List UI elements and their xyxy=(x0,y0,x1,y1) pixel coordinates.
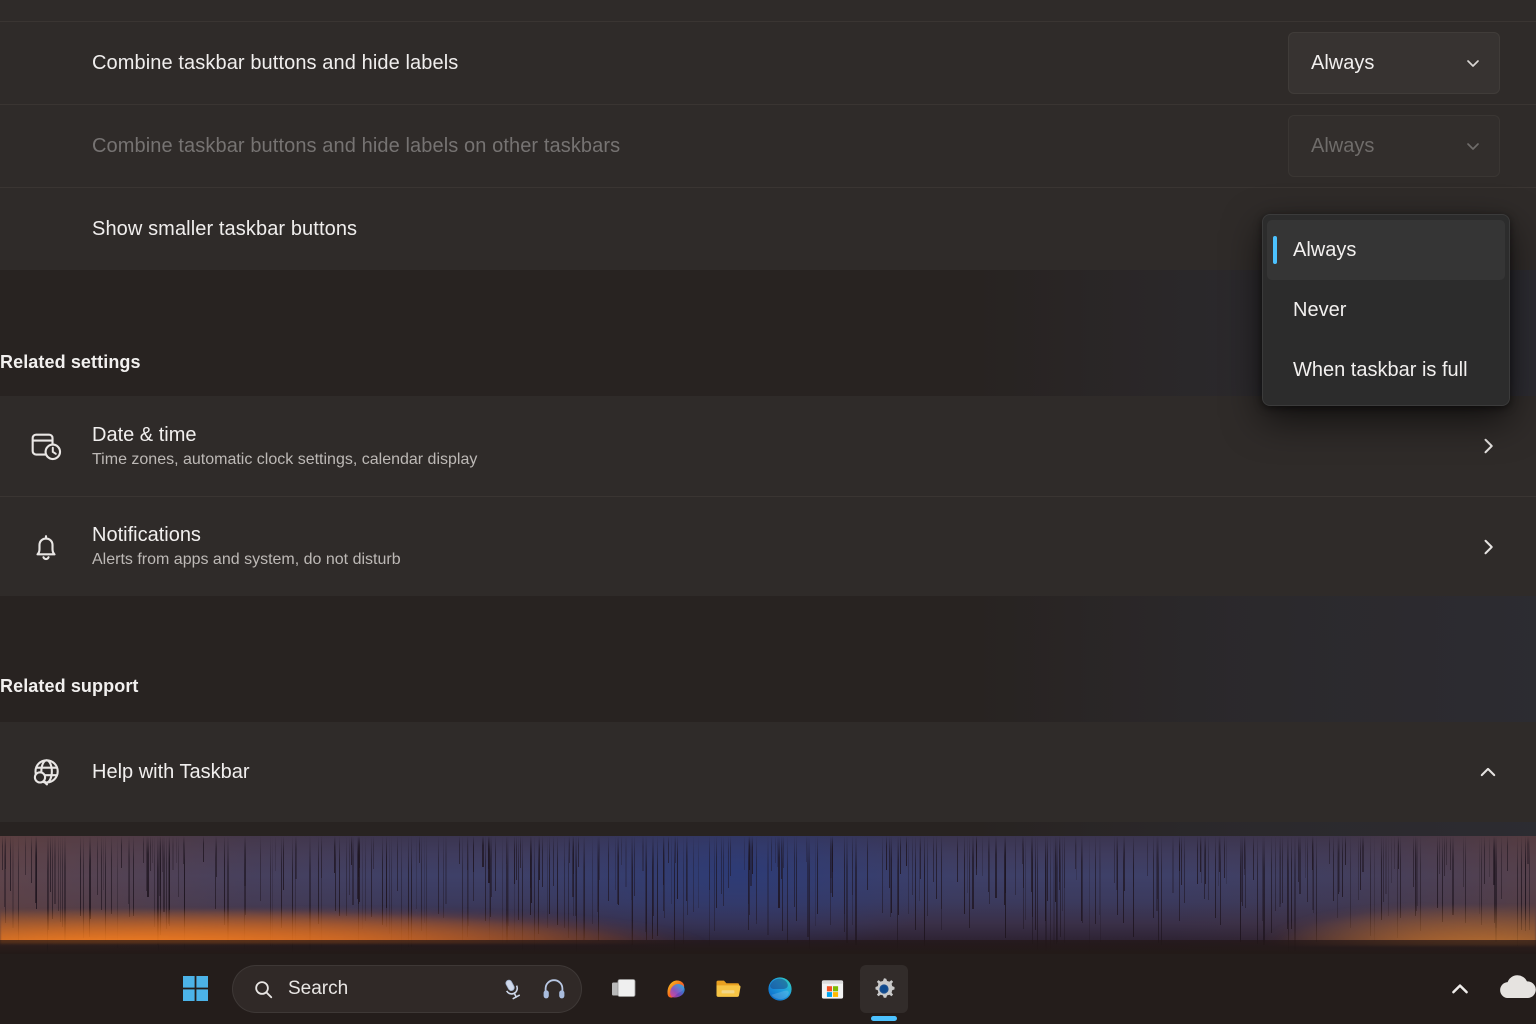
search-placeholder: Search xyxy=(288,978,485,1000)
dropdown-option-always[interactable]: Always xyxy=(1267,220,1505,280)
start-button[interactable] xyxy=(172,965,220,1013)
related-item-date-time[interactable]: Date & time Time zones, automatic clock … xyxy=(0,396,1536,496)
combine-taskbar-buttons-dropdown-flyout[interactable]: Always Never When taskbar is full xyxy=(1262,214,1510,406)
taskbar-app-file-explorer[interactable] xyxy=(704,965,752,1013)
taskbar-app-task-view[interactable] xyxy=(600,965,648,1013)
combine-taskbar-buttons-other-value: Always xyxy=(1311,135,1374,158)
chevron-right-icon xyxy=(1478,436,1506,456)
related-item-help-with-taskbar[interactable]: Help with Taskbar xyxy=(0,722,1536,822)
dropdown-option-when-taskbar-is-full[interactable]: When taskbar is full xyxy=(1267,340,1505,400)
combine-taskbar-buttons-value: Always xyxy=(1311,52,1374,75)
settings-content-pane: Select the far corner of the taskbar to … xyxy=(0,0,1536,836)
taskbar-app-edge[interactable] xyxy=(756,965,804,1013)
search-icon xyxy=(253,979,274,1000)
chevron-up-icon[interactable] xyxy=(1448,977,1472,1001)
dropdown-option-label: Never xyxy=(1293,299,1346,322)
microphone-icon[interactable] xyxy=(499,976,525,1002)
combine-taskbar-buttons-other-combobox: Always xyxy=(1288,115,1500,177)
taskbar-system-tray xyxy=(1448,954,1536,1024)
chevron-right-icon xyxy=(1478,537,1506,557)
taskbar-app-copilot[interactable] xyxy=(652,965,700,1013)
taskbar-app-microsoft-store[interactable] xyxy=(808,965,856,1013)
related-support-card: Help with Taskbar xyxy=(0,722,1536,822)
bell-icon xyxy=(0,530,92,564)
combine-taskbar-buttons-combobox[interactable]: Always xyxy=(1288,32,1500,94)
file-explorer-icon xyxy=(714,975,742,1003)
edge-icon xyxy=(766,975,794,1003)
globe-search-icon xyxy=(0,754,92,790)
related-item-subtitle: Alerts from apps and system, do not dist… xyxy=(92,551,1478,569)
calendar-clock-icon xyxy=(0,429,92,463)
combine-taskbar-buttons-label: Combine taskbar buttons and hide labels xyxy=(0,52,1288,75)
related-item-title: Date & time xyxy=(92,424,1478,447)
desktop-wallpaper xyxy=(0,836,1536,954)
microsoft-store-icon xyxy=(819,976,846,1003)
search-input[interactable]: Search xyxy=(232,965,582,1013)
dropdown-option-label: Always xyxy=(1293,239,1356,262)
desktop-screen: Select the far corner of the taskbar to … xyxy=(0,0,1536,1024)
dropdown-option-label: When taskbar is full xyxy=(1293,359,1468,382)
related-item-notifications[interactable]: Notifications Alerts from apps and syste… xyxy=(0,496,1536,596)
related-item-subtitle: Time zones, automatic clock settings, ca… xyxy=(92,451,1478,469)
related-settings-heading: Related settings xyxy=(0,352,141,373)
dropdown-option-never[interactable]: Never xyxy=(1267,280,1505,340)
related-item-title: Help with Taskbar xyxy=(92,761,1478,784)
combine-taskbar-buttons-other-row: Combine taskbar buttons and hide labels … xyxy=(0,104,1536,187)
copilot-icon xyxy=(662,975,690,1003)
related-support-heading: Related support xyxy=(0,676,139,697)
combine-taskbar-buttons-row[interactable]: Combine taskbar buttons and hide labels … xyxy=(0,21,1536,104)
chevron-down-icon xyxy=(1465,55,1481,71)
related-settings-card: Date & time Time zones, automatic clock … xyxy=(0,396,1536,596)
task-view-icon xyxy=(610,975,638,1003)
combine-taskbar-buttons-other-label: Combine taskbar buttons and hide labels … xyxy=(0,135,1288,158)
taskbar-center-group: Search xyxy=(172,954,908,1024)
cloud-icon[interactable] xyxy=(1494,972,1536,1006)
related-item-title: Notifications xyxy=(92,524,1478,547)
headphones-icon[interactable] xyxy=(541,976,567,1002)
taskbar-app-settings[interactable] xyxy=(860,965,908,1013)
taskbar: Search xyxy=(0,954,1536,1024)
chevron-up-icon[interactable] xyxy=(1478,762,1506,782)
show-desktop-checkbox-row[interactable]: Select the far corner of the taskbar to … xyxy=(0,0,1536,21)
windows-logo-icon xyxy=(183,976,209,1002)
settings-gear-icon xyxy=(870,975,898,1003)
chevron-down-icon xyxy=(1465,138,1481,154)
